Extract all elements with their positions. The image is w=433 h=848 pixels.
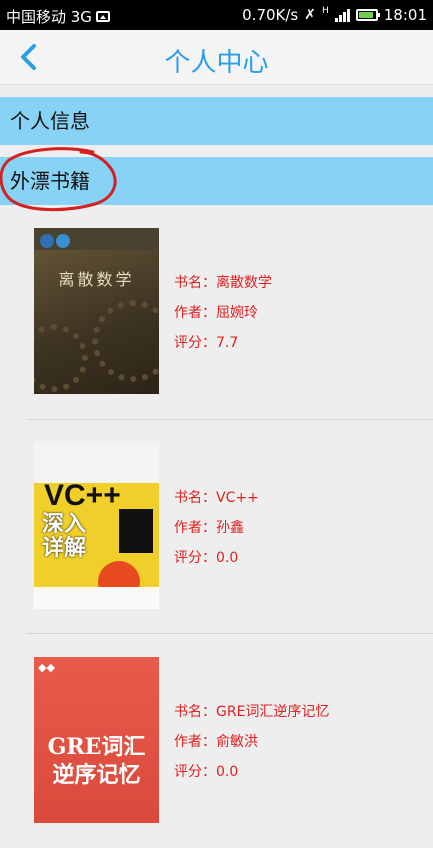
cover-gear-decoration xyxy=(34,324,88,392)
book-rating: 评分：0.0 xyxy=(174,764,239,780)
carrier-label: 中国移动 3G xyxy=(6,8,92,26)
status-right: 0.70K/s ✗ H 18:01 xyxy=(242,6,427,24)
cover-band xyxy=(34,587,159,609)
book-title: 书名：离散数学 xyxy=(174,275,272,291)
network-type: H xyxy=(321,6,329,16)
book-meta: 书名：离散数学 作者：屈婉玲 评分：7.7 xyxy=(174,273,272,363)
cover-gear-decoration xyxy=(92,300,159,382)
cover-subtitle: 逆序记忆 xyxy=(52,762,141,788)
book-cover: ◆◆ GRE词汇 逆序记忆 xyxy=(34,657,159,823)
section-drifting-books[interactable]: 外漂书籍 xyxy=(0,157,433,205)
page-title: 个人中心 xyxy=(164,48,269,78)
book-list-item[interactable]: ◆◆ GRE词汇 逆序记忆 书名：GRE词汇逆序记忆 作者：俞敏洪 评分：0.0 xyxy=(0,634,433,848)
book-title: 书名：GRE词汇逆序记忆 xyxy=(174,704,330,720)
cover-title: VC++ xyxy=(44,479,121,512)
cover-title: 离散数学 xyxy=(58,270,135,289)
cover-logo xyxy=(56,234,70,248)
book-author: 作者：屈婉玲 xyxy=(174,305,258,321)
book-meta: 书名：VC++ 作者：孙鑫 评分：0.0 xyxy=(174,488,259,578)
image-icon xyxy=(95,11,110,22)
app-header: 个人中心 xyxy=(0,30,433,85)
book-author: 作者：孙鑫 xyxy=(174,520,244,536)
book-rating: 评分：7.7 xyxy=(174,335,239,351)
clock: 18:01 xyxy=(383,6,427,24)
section-personal-info[interactable]: 个人信息 xyxy=(0,97,433,145)
book-list-item[interactable]: 离散数学 书名：离散数学 作者：屈婉玲 评分：7.7 xyxy=(0,205,433,419)
cover-publisher-logo: ◆◆ xyxy=(38,661,55,674)
battery-icon xyxy=(355,9,380,21)
book-list-item[interactable]: VC++ 深入详解 书名：VC++ 作者：孙鑫 评分：0.0 xyxy=(0,420,433,634)
network-speed: 0.70K/s xyxy=(242,6,299,24)
cover-subtitle: 深入详解 xyxy=(42,512,87,561)
cover-band xyxy=(34,443,159,483)
status-left: 中国移动 3G xyxy=(6,6,110,27)
book-meta: 书名：GRE词汇逆序记忆 作者：俞敏洪 评分：0.0 xyxy=(174,702,329,792)
cover-logo xyxy=(40,234,54,248)
book-cover: VC++ 深入详解 xyxy=(34,443,159,609)
book-rating: 评分：0.0 xyxy=(174,550,239,566)
status-bar: 中国移动 3G 0.70K/s ✗ H 18:01 xyxy=(0,0,433,30)
book-author: 作者：俞敏洪 xyxy=(174,734,258,750)
book-cover: 离散数学 xyxy=(34,228,159,394)
cover-arrow-decoration xyxy=(119,509,153,553)
mute-icon: ✗ xyxy=(304,7,316,23)
book-title: 书名：VC++ xyxy=(174,490,259,506)
signal-icon xyxy=(334,8,350,22)
